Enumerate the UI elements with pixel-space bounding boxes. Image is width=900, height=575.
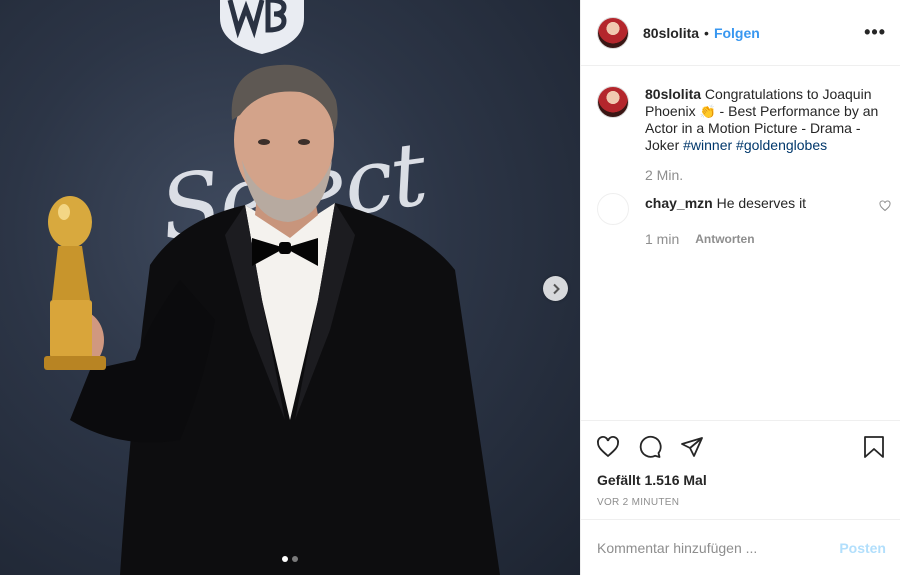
more-options-icon[interactable]: ••• (864, 22, 886, 43)
comment-input[interactable] (597, 539, 840, 556)
follow-button[interactable]: Folgen (714, 25, 760, 41)
share-icon (681, 436, 703, 457)
comment-text: chay_mzn He deserves it (645, 195, 806, 225)
comment-time[interactable]: 1 min (645, 231, 679, 247)
comment: chay_mzn He deserves it (597, 193, 891, 225)
like-count[interactable]: Gefällt 1.516 Mal (581, 472, 900, 492)
post-photo[interactable]: Select (0, 0, 580, 575)
header-separator: • (704, 24, 709, 41)
carousel-next-button[interactable] (543, 276, 568, 301)
comments-section: 80slolita Congratulations to Joaquin Pho… (581, 66, 900, 420)
comment-username[interactable]: chay_mzn (645, 195, 713, 211)
caption-text: 80slolita Congratulations to Joaquin Pho… (645, 86, 884, 154)
caption-username[interactable]: 80slolita (645, 86, 701, 102)
avatar[interactable] (597, 16, 629, 49)
add-comment-bar: Posten (581, 519, 900, 575)
comment-meta: 1 min Antworten (645, 231, 884, 247)
carousel-dot-active (282, 556, 288, 562)
post-header: 80slolita • Folgen ••• (581, 0, 900, 66)
instagram-post: Select (0, 0, 900, 575)
caption-time[interactable]: 2 Min. (645, 167, 884, 183)
comment-body: He deserves it (716, 195, 807, 211)
avatar[interactable] (597, 86, 629, 118)
comment-icon (639, 435, 662, 458)
post-comment-button[interactable]: Posten (839, 540, 886, 556)
header-username[interactable]: 80slolita (643, 25, 699, 41)
save-button[interactable] (861, 434, 887, 460)
action-bar (581, 420, 900, 472)
clap-emoji: 👏 (699, 104, 716, 119)
caption: 80slolita Congratulations to Joaquin Pho… (597, 86, 884, 154)
comment-button[interactable] (637, 434, 663, 460)
heart-icon (597, 435, 619, 457)
avatar[interactable] (597, 193, 629, 225)
actor-with-trophy (44, 64, 500, 575)
bookmark-icon (864, 435, 884, 458)
chevron-right-icon (552, 283, 560, 294)
reply-button[interactable]: Antworten (695, 232, 754, 246)
heart-icon (879, 200, 891, 212)
post-timestamp[interactable]: VOR 2 MINUTEN (581, 497, 900, 519)
post-side-panel: 80slolita • Folgen ••• 80slolita Congrat… (580, 0, 900, 575)
hashtag-link[interactable]: #goldenglobes (736, 137, 827, 153)
comment-like-button[interactable] (879, 199, 891, 217)
like-button[interactable] (595, 434, 621, 460)
carousel-indicator (282, 556, 298, 562)
share-button[interactable] (679, 434, 705, 460)
carousel-dot (292, 556, 298, 562)
hashtag-link[interactable]: #winner (683, 137, 732, 153)
